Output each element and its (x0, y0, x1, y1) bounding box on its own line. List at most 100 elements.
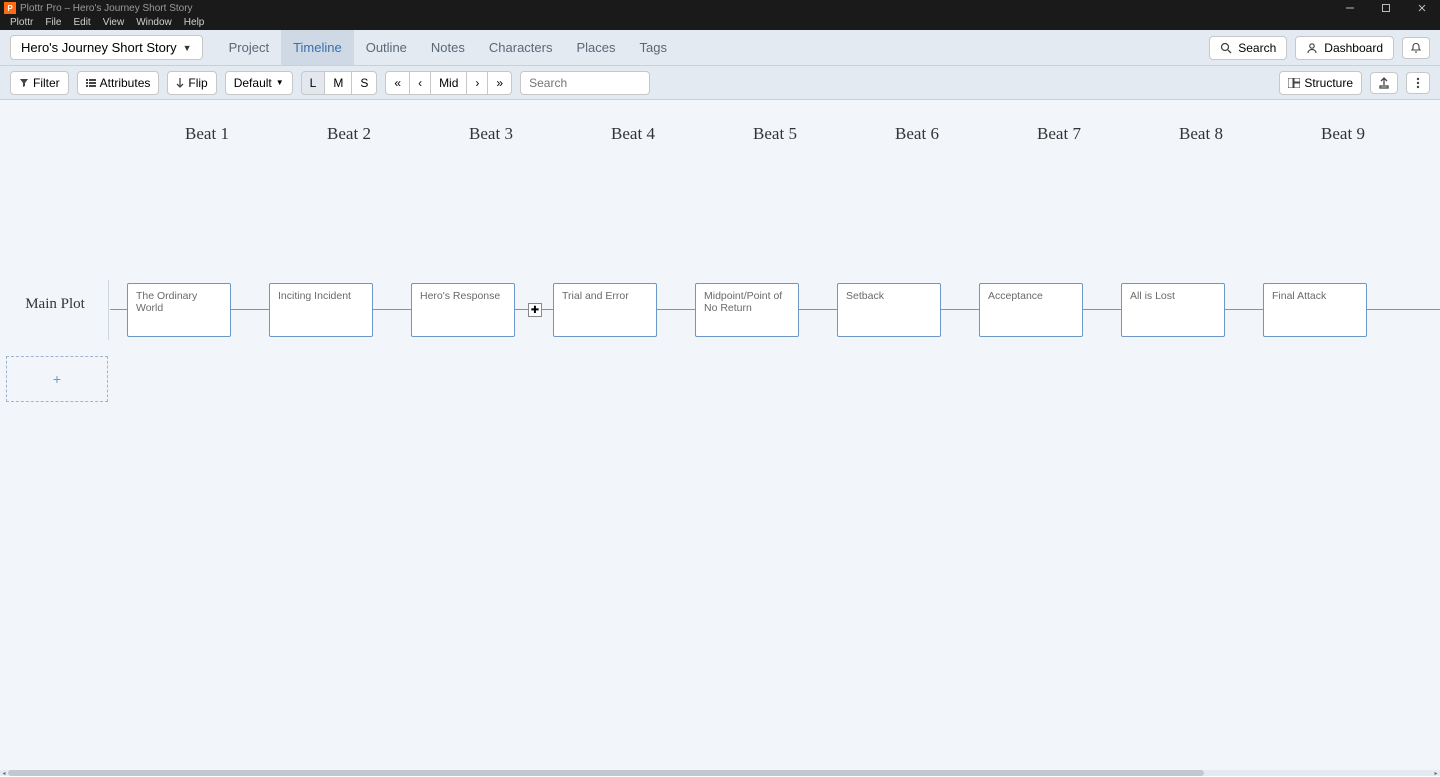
menu-help[interactable]: Help (178, 16, 211, 30)
scene-card[interactable]: Midpoint/Point of No Return (695, 283, 799, 337)
track-row: Main Plot (0, 296, 110, 313)
search-button[interactable]: Search (1209, 36, 1287, 60)
beat-header[interactable]: Beat 8 (1130, 124, 1272, 154)
close-button[interactable] (1404, 0, 1440, 16)
plus-icon: + (53, 371, 61, 387)
scene-card[interactable]: Final Attack (1263, 283, 1367, 337)
tab-timeline[interactable]: Timeline (281, 30, 354, 65)
chevron-left-icon: ‹ (418, 76, 422, 90)
nav-tabs: Project Timeline Outline Notes Character… (217, 30, 679, 65)
search-icon (1220, 42, 1232, 54)
size-small[interactable]: S (352, 71, 377, 95)
menu-plottr[interactable]: Plottr (4, 16, 39, 30)
add-plotline-button[interactable]: + (6, 356, 108, 402)
nav-first[interactable]: « (385, 71, 410, 95)
beat-header[interactable]: Beat 2 (278, 124, 420, 154)
scroll-right[interactable]: ▸ (1432, 770, 1440, 776)
list-icon (86, 78, 96, 88)
beat-header[interactable]: Beat 7 (988, 124, 1130, 154)
menu-window[interactable]: Window (130, 16, 178, 30)
menu-file[interactable]: File (39, 16, 67, 30)
size-toggle: L M S (301, 71, 378, 95)
dashboard-label: Dashboard (1324, 41, 1383, 55)
window-title: Plottr Pro – Hero's Journey Short Story (20, 3, 1332, 14)
flip-button[interactable]: Flip (167, 71, 216, 95)
scene-card[interactable]: Inciting Incident (269, 283, 373, 337)
beats-header: Beat 1 Beat 2 Beat 3 Beat 4 Beat 5 Beat … (0, 124, 1414, 154)
arrow-down-icon (176, 78, 184, 88)
scroll-track[interactable] (8, 770, 1432, 776)
search-label: Search (1238, 41, 1276, 55)
caret-down-icon: ▼ (276, 78, 284, 87)
cards-row: The Ordinary World Inciting Incident Her… (108, 282, 1440, 338)
tab-notes[interactable]: Notes (419, 30, 477, 65)
beat-header[interactable]: Beat 6 (846, 124, 988, 154)
scene-card[interactable]: Hero's Response (411, 283, 515, 337)
minimize-button[interactable] (1332, 0, 1368, 16)
beat-header[interactable]: Beat 1 (136, 124, 278, 154)
kebab-icon (1416, 77, 1420, 89)
maximize-button[interactable] (1368, 0, 1404, 16)
nav-next[interactable]: › (467, 71, 488, 95)
chevron-double-right-icon: » (496, 76, 503, 90)
view-mode-dropdown[interactable]: Default ▼ (225, 71, 293, 95)
tab-outline[interactable]: Outline (354, 30, 419, 65)
attributes-label: Attributes (100, 76, 151, 90)
notifications-button[interactable] (1402, 37, 1430, 59)
filter-button[interactable]: Filter (10, 71, 69, 95)
scene-card[interactable]: Acceptance (979, 283, 1083, 337)
search-input[interactable] (520, 71, 650, 95)
beat-header[interactable]: Beat 3 (420, 124, 562, 154)
insert-card-button[interactable]: ✚ (528, 303, 542, 317)
scroll-left[interactable]: ◂ (0, 770, 8, 776)
scene-card[interactable]: The Ordinary World (127, 283, 231, 337)
tab-project[interactable]: Project (217, 30, 281, 65)
window-controls (1332, 0, 1440, 16)
window-titlebar: P Plottr Pro – Hero's Journey Short Stor… (0, 0, 1440, 16)
chevron-right-icon: › (475, 76, 479, 90)
app-icon: P (4, 2, 16, 14)
tab-characters[interactable]: Characters (477, 30, 565, 65)
more-button[interactable] (1406, 72, 1430, 94)
menu-edit[interactable]: Edit (67, 16, 96, 30)
tab-tags[interactable]: Tags (628, 30, 679, 65)
export-icon (1378, 77, 1390, 89)
track-label[interactable]: Main Plot (0, 296, 110, 313)
scene-card[interactable]: Trial and Error (553, 283, 657, 337)
scene-card[interactable]: All is Lost (1121, 283, 1225, 337)
plus-icon: ✚ (531, 305, 539, 316)
export-button[interactable] (1370, 72, 1398, 94)
scroll-thumb[interactable] (8, 770, 1204, 776)
attributes-button[interactable]: Attributes (77, 71, 160, 95)
timeline-canvas[interactable]: Beat 1 Beat 2 Beat 3 Beat 4 Beat 5 Beat … (0, 100, 1440, 770)
nav-mid[interactable]: Mid (431, 71, 467, 95)
view-mode-label: Default (234, 76, 272, 90)
nav-prev[interactable]: ‹ (410, 71, 431, 95)
beat-header[interactable]: Beat 5 (704, 124, 846, 154)
caret-down-icon: ▼ (183, 43, 192, 53)
scene-card[interactable]: Setback (837, 283, 941, 337)
size-medium[interactable]: M (325, 71, 352, 95)
structure-button[interactable]: Structure (1279, 71, 1362, 95)
filter-label: Filter (33, 76, 60, 90)
layout-icon (1288, 78, 1300, 88)
flip-label: Flip (188, 76, 207, 90)
menu-bar: Plottr File Edit View Window Help (0, 16, 1440, 30)
chevron-double-left-icon: « (394, 76, 401, 90)
file-dropdown[interactable]: Hero's Journey Short Story ▼ (10, 35, 203, 60)
file-dropdown-label: Hero's Journey Short Story (21, 40, 177, 55)
tab-places[interactable]: Places (564, 30, 627, 65)
filter-icon (19, 78, 29, 88)
main-nav: Hero's Journey Short Story ▼ Project Tim… (0, 30, 1440, 66)
beat-header[interactable]: Beat 4 (562, 124, 704, 154)
dashboard-button[interactable]: Dashboard (1295, 36, 1394, 60)
person-icon (1306, 42, 1318, 54)
size-large[interactable]: L (301, 71, 326, 95)
structure-label: Structure (1304, 76, 1353, 90)
timeline-toolbar: Filter Attributes Flip Default ▼ L M S «… (0, 66, 1440, 100)
nav-controls: « ‹ Mid › » (385, 71, 512, 95)
nav-last[interactable]: » (488, 71, 512, 95)
beat-header[interactable]: Beat 9 (1272, 124, 1414, 154)
menu-view[interactable]: View (97, 16, 131, 30)
horizontal-scrollbar[interactable]: ◂ ▸ (0, 770, 1440, 776)
